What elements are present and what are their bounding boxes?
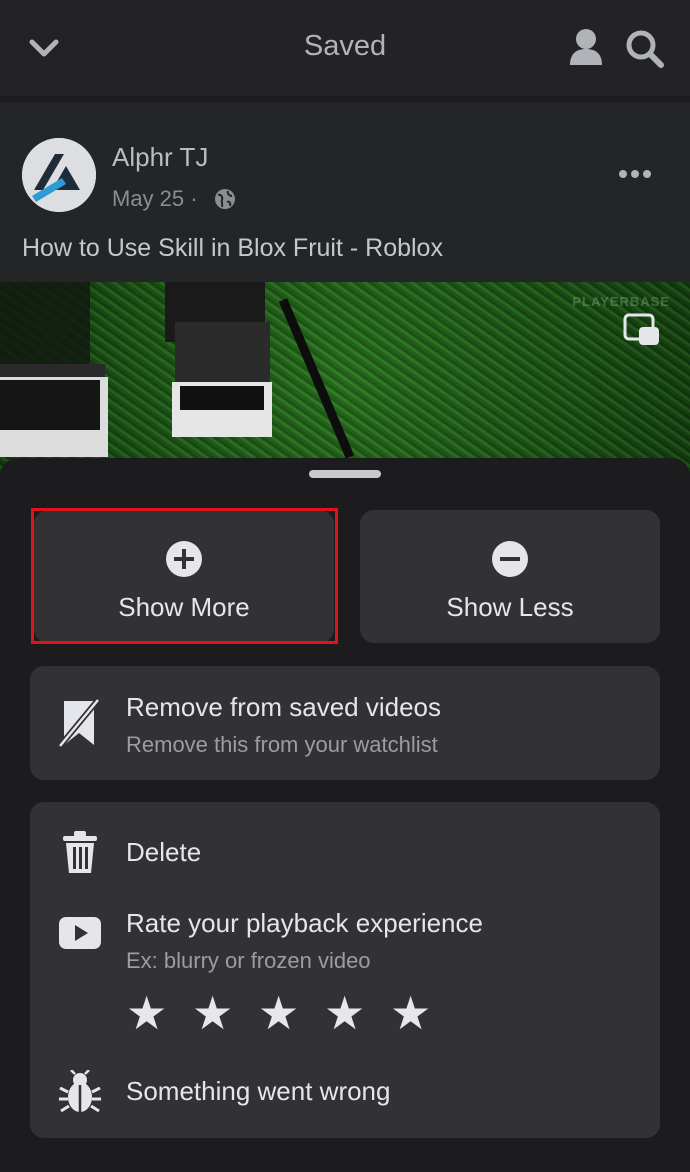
alphr-logo xyxy=(22,138,96,212)
author-name[interactable]: Alphr TJ xyxy=(112,142,208,173)
show-less-button[interactable]: Show Less xyxy=(360,510,660,643)
rating-star-2[interactable]: ★ xyxy=(192,990,233,1036)
rating-star-3[interactable]: ★ xyxy=(258,990,299,1036)
globe-icon xyxy=(215,189,235,209)
video-scene xyxy=(0,282,355,459)
picture-in-picture-icon[interactable] xyxy=(622,312,662,350)
highlight-box xyxy=(31,508,338,644)
post-header: Alphr TJ May 25 · How to Use Skill in Bl… xyxy=(0,102,690,284)
remove-saved-subtitle: Remove this from your watchlist xyxy=(126,732,438,757)
rating-star-4[interactable]: ★ xyxy=(324,990,365,1036)
something-wrong-row[interactable]: Something went wrong xyxy=(30,1056,660,1138)
options-card: Delete Rate your playback experience Ex:… xyxy=(30,802,660,1138)
play-icon xyxy=(59,917,101,949)
rate-title: Rate your playback experience xyxy=(126,908,483,938)
sheet-handle[interactable] xyxy=(309,470,381,478)
minus-circle-icon xyxy=(492,541,528,577)
rate-subtitle: Ex: blurry or frozen video xyxy=(126,948,371,973)
search-icon[interactable] xyxy=(624,28,666,70)
remove-saved-title: Remove from saved videos xyxy=(126,692,442,722)
post-date: May 25 · xyxy=(112,186,198,211)
person-icon[interactable] xyxy=(568,28,604,66)
avatar[interactable] xyxy=(22,138,96,212)
trash-icon xyxy=(63,831,97,873)
bookmark-slash-icon xyxy=(58,698,100,748)
rating-star-1[interactable]: ★ xyxy=(126,990,167,1036)
show-less-label: Show Less xyxy=(446,592,574,622)
delete-title: Delete xyxy=(126,837,202,867)
video-player[interactable]: PLAYERBASE xyxy=(0,282,690,472)
more-horizontal-icon[interactable] xyxy=(618,168,652,180)
rating-star-5[interactable]: ★ xyxy=(390,990,431,1036)
video-watermark: PLAYERBASE xyxy=(572,294,670,309)
remove-saved-card[interactable]: Remove from saved videos Remove this fro… xyxy=(30,666,660,780)
delete-row[interactable]: Delete xyxy=(30,802,660,892)
top-bar: Saved xyxy=(0,0,690,96)
bug-icon xyxy=(59,1070,101,1113)
post-text: How to Use Skill in Blox Fruit - Roblox xyxy=(22,234,443,262)
something-wrong-title: Something went wrong xyxy=(126,1076,391,1106)
